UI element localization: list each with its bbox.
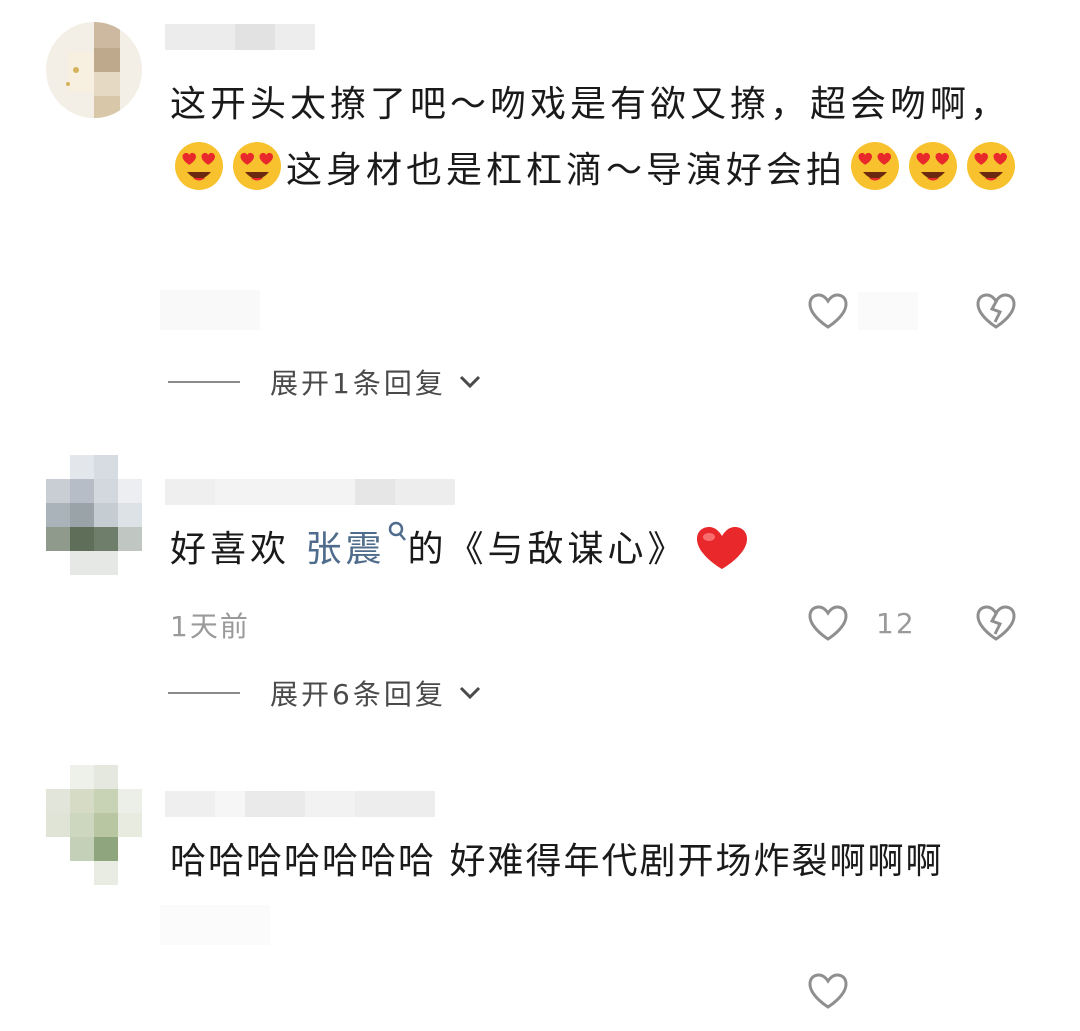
avatar[interactable]: [46, 22, 142, 118]
divider-line: [168, 692, 240, 694]
expand-replies-button[interactable]: 展开6条回复: [168, 673, 482, 713]
comment-item: 好喜欢 张震 的《与敌谋心》 1天前 12 展开6条回复: [0, 455, 1080, 745]
heart-outline-icon[interactable]: [806, 971, 850, 1011]
heart-outline-icon[interactable]: [806, 291, 850, 331]
divider-line: [168, 381, 240, 383]
username-blurred[interactable]: [165, 479, 455, 505]
expand-replies-label: 展开1条回复: [270, 367, 446, 400]
comment-text: 哈哈哈哈哈哈哈 好难得年代剧开场炸裂啊啊啊: [170, 829, 1040, 895]
username-blurred[interactable]: [165, 24, 315, 50]
blurred-meta: [160, 290, 260, 330]
expand-replies-button[interactable]: 展开1条回复: [168, 362, 482, 402]
search-icon: [389, 521, 407, 541]
comment-text: 这开头太撩了吧～吻戏是有欲又撩，超会吻啊， 这身材也是杠杠滴～导演好会拍: [170, 72, 1030, 204]
red-heart-emoji: [697, 527, 748, 569]
comment-text-part: 这开头太撩了吧～吻戏是有欲又撩，超会吻啊，: [170, 84, 1011, 125]
comment-text-part: 的《与敌谋心》: [407, 529, 688, 570]
heart-eyes-emoji: [909, 142, 958, 190]
comment-time: 1天前: [170, 610, 250, 643]
comment-text-part: 这身材也是杠杠滴～导演好会拍: [286, 150, 847, 191]
chevron-down-icon: [459, 375, 480, 389]
avatar[interactable]: [46, 455, 142, 575]
heart-outline-icon[interactable]: [806, 603, 850, 643]
comment-text-part: 哈哈哈哈哈哈哈 好难得年代剧开场炸裂啊啊啊: [170, 841, 944, 882]
comment-item: 这开头太撩了吧～吻戏是有欲又撩，超会吻啊， 这身材也是杠杠滴～导演好会拍 展开1条…: [0, 0, 1080, 430]
heart-eyes-emoji: [233, 142, 281, 190]
heart-eyes-emoji: [851, 142, 900, 190]
comment-item: 哈哈哈哈哈哈哈 好难得年代剧开场炸裂啊啊啊: [0, 765, 1080, 1031]
blurred-meta: [160, 905, 270, 945]
avatar[interactable]: [46, 765, 142, 885]
heart-eyes-emoji: [967, 142, 1016, 190]
broken-heart-icon[interactable]: [974, 291, 1018, 331]
blurred-like-count: [858, 292, 918, 330]
mention-link[interactable]: 张震: [305, 521, 407, 570]
expand-replies-label: 展开6条回复: [270, 678, 446, 711]
like-count: 12: [876, 607, 916, 640]
username-blurred[interactable]: [165, 791, 435, 817]
comment-text-part: 好喜欢: [170, 529, 306, 570]
heart-eyes-emoji: [175, 142, 223, 190]
comment-text: 好喜欢 张震 的《与敌谋心》: [170, 517, 1030, 583]
chevron-down-icon: [459, 686, 480, 700]
mention-name: 张震: [305, 529, 386, 570]
broken-heart-icon[interactable]: [974, 603, 1018, 643]
